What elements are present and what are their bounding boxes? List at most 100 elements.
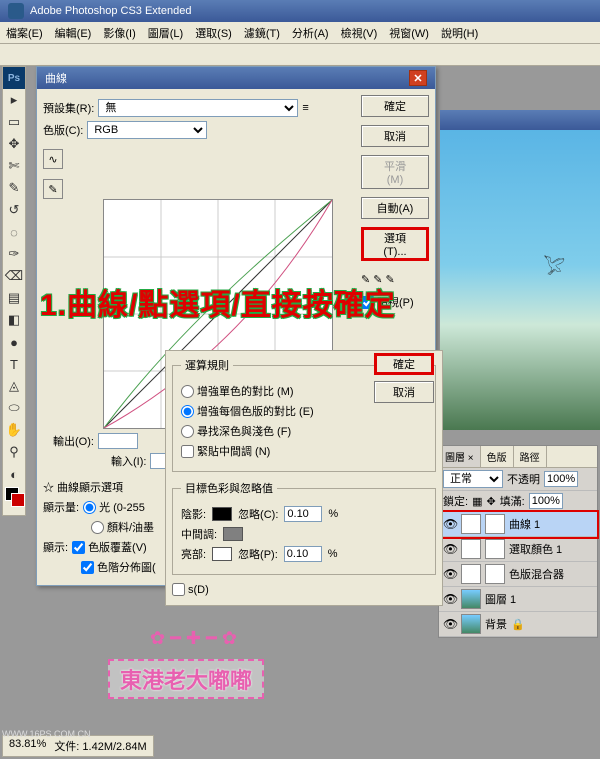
channel-label: 色版(C): xyxy=(43,122,83,138)
shadows-label: 陰影: xyxy=(181,506,206,522)
fill-label: 填滿: xyxy=(500,493,525,509)
shadows-swatch[interactable] xyxy=(212,507,232,521)
hand-tool[interactable]: ✋ xyxy=(3,419,25,441)
options-bar xyxy=(0,44,600,66)
algo-mono-radio[interactable]: 增強單色的對比 (M) xyxy=(181,383,294,399)
bird-icon: 𓅯 xyxy=(544,250,565,280)
show-histogram-check[interactable]: 色階分佈圖( xyxy=(81,559,156,575)
menu-layer[interactable]: 圖層(L) xyxy=(142,22,189,43)
type-tool[interactable]: T xyxy=(3,353,25,375)
clip-label-p: 忽略(P): xyxy=(238,546,278,562)
layer-label: 曲線 1 xyxy=(509,516,540,532)
lasso-tool[interactable]: ✥ xyxy=(3,133,25,155)
layer-row-selcolor1[interactable]: 👁 選取顏色 1 xyxy=(439,537,597,562)
menu-image[interactable]: 影像(I) xyxy=(97,22,141,43)
layer-row-chanmixer[interactable]: 👁 色版混合器 xyxy=(439,562,597,587)
pct-1: % xyxy=(328,508,338,520)
color-swatches[interactable] xyxy=(3,485,25,515)
preset-menu-icon[interactable]: ≡ xyxy=(302,102,308,114)
menu-edit[interactable]: 編輯(E) xyxy=(49,22,98,43)
auto-button[interactable]: 自動(A) xyxy=(361,197,429,219)
tab-channels[interactable]: 色版 xyxy=(481,446,514,467)
background-swatch[interactable] xyxy=(11,493,25,507)
amt-light-radio[interactable]: 光 (0-255 xyxy=(83,499,145,515)
watermark-text: 東港老大嘟嘟 xyxy=(108,659,264,699)
midtones-label: 中間調: xyxy=(181,526,217,542)
menu-select[interactable]: 選取(S) xyxy=(189,22,238,43)
zoom-level[interactable]: 83.81% xyxy=(9,738,46,754)
algo-perchannel-radio[interactable]: 增強每個色版的對比 (E) xyxy=(181,403,314,419)
visibility-icon[interactable]: 👁 xyxy=(443,567,457,581)
menu-filter[interactable]: 濾鏡(T) xyxy=(238,22,286,43)
dodge-tool[interactable]: ● xyxy=(3,331,25,353)
tab-layers[interactable]: 圖層 × xyxy=(439,446,481,467)
path-tool[interactable]: ◬ xyxy=(3,375,25,397)
preset-select[interactable]: 無 xyxy=(98,99,298,117)
pen-tool[interactable]: ✑ xyxy=(3,243,25,265)
lock-position-icon[interactable]: ✥ xyxy=(486,495,495,508)
options-button[interactable]: 選項(T)... xyxy=(361,227,429,261)
layer-thumb xyxy=(461,614,481,634)
channel-select[interactable]: RGB xyxy=(87,121,207,139)
curves-title: 曲線 xyxy=(45,70,67,86)
gradient-tool[interactable]: ▤ xyxy=(3,287,25,309)
document-canvas[interactable]: 𓅯 xyxy=(440,130,600,430)
visibility-icon[interactable]: 👁 xyxy=(443,617,457,631)
eraser-tool[interactable]: ⌫ xyxy=(3,265,25,287)
blend-mode-select[interactable]: 正常 xyxy=(443,470,503,488)
zoom-tool[interactable]: ⚲ xyxy=(3,441,25,463)
app-icon xyxy=(8,3,24,19)
visibility-icon[interactable]: 👁 xyxy=(443,542,457,556)
document-titlebar[interactable] xyxy=(440,110,600,130)
layers-panel: 圖層 × 色版 路徑 正常 不透明 鎖定: ▦ ✥ 填滿: 👁 曲線 1 👁 選… xyxy=(438,445,598,638)
layer-row-curves1[interactable]: 👁 曲線 1 xyxy=(439,512,597,537)
highlights-label: 亮部: xyxy=(181,546,206,562)
menu-view[interactable]: 檢視(V) xyxy=(335,22,384,43)
layer-thumb xyxy=(461,514,481,534)
tab-paths[interactable]: 路徑 xyxy=(514,446,547,467)
show-options-label[interactable]: ☆ 曲線顯示選項 xyxy=(43,479,123,495)
close-icon[interactable]: ✕ xyxy=(409,70,427,86)
layer-thumb xyxy=(461,564,481,584)
curve-pencil-icon[interactable]: ✎ xyxy=(43,179,63,199)
fill-field[interactable] xyxy=(529,493,563,509)
highlights-swatch[interactable] xyxy=(212,547,232,561)
brush-tool[interactable]: ◌ xyxy=(3,221,25,243)
menu-file[interactable]: 檔案(E) xyxy=(0,22,49,43)
pct-2: % xyxy=(328,548,338,560)
layer-row-layer1[interactable]: 👁 圖層 1 xyxy=(439,587,597,612)
algo-darklight-radio[interactable]: 尋找深色與淺色 (F) xyxy=(181,423,291,439)
save-default-check[interactable]: s(D) xyxy=(172,583,209,596)
menu-analysis[interactable]: 分析(A) xyxy=(286,22,335,43)
opacity-field[interactable] xyxy=(544,471,578,487)
visibility-icon[interactable]: 👁 xyxy=(443,517,457,531)
auto-cancel-button[interactable]: 取消 xyxy=(374,381,434,403)
marquee-tool[interactable]: ▭ xyxy=(3,111,25,133)
highlights-clip-field[interactable] xyxy=(284,546,322,562)
output-label: 輸出(O): xyxy=(53,433,94,449)
show-channel-overlay-check[interactable]: 色版覆蓋(V) xyxy=(72,539,147,555)
auto-ok-button[interactable]: 確定 xyxy=(374,353,434,375)
layer-row-background[interactable]: 👁 背景 🔒 xyxy=(439,612,597,637)
crop-tool[interactable]: ✄ xyxy=(3,155,25,177)
midtones-swatch[interactable] xyxy=(223,527,243,541)
amt-ink-radio[interactable]: 顏料/油墨 xyxy=(91,519,154,535)
visibility-icon[interactable]: 👁 xyxy=(443,592,457,606)
curves-titlebar[interactable]: 曲線 ✕ xyxy=(37,67,435,89)
menu-help[interactable]: 說明(H) xyxy=(435,22,484,43)
move-tool[interactable]: ▸ xyxy=(3,89,25,111)
cancel-button[interactable]: 取消 xyxy=(361,125,429,147)
smudge-tool[interactable]: ◧ xyxy=(3,309,25,331)
color-tool[interactable]: ◐ xyxy=(3,463,25,485)
lock-pixels-icon[interactable]: ▦ xyxy=(472,495,482,508)
ok-button[interactable]: 確定 xyxy=(361,95,429,117)
curve-point-icon[interactable]: ∿ xyxy=(43,149,63,169)
output-field[interactable] xyxy=(98,433,138,449)
clip-label-c: 忽略(C): xyxy=(238,506,278,522)
snap-midtones-check[interactable]: 緊貼中間調 (N) xyxy=(181,443,270,459)
pencil-tool[interactable]: ✎ xyxy=(3,177,25,199)
shadows-clip-field[interactable] xyxy=(284,506,322,522)
shape-tool[interactable]: ⬭ xyxy=(3,397,25,419)
rotate-tool[interactable]: ↺ xyxy=(3,199,25,221)
menu-window[interactable]: 視窗(W) xyxy=(383,22,435,43)
